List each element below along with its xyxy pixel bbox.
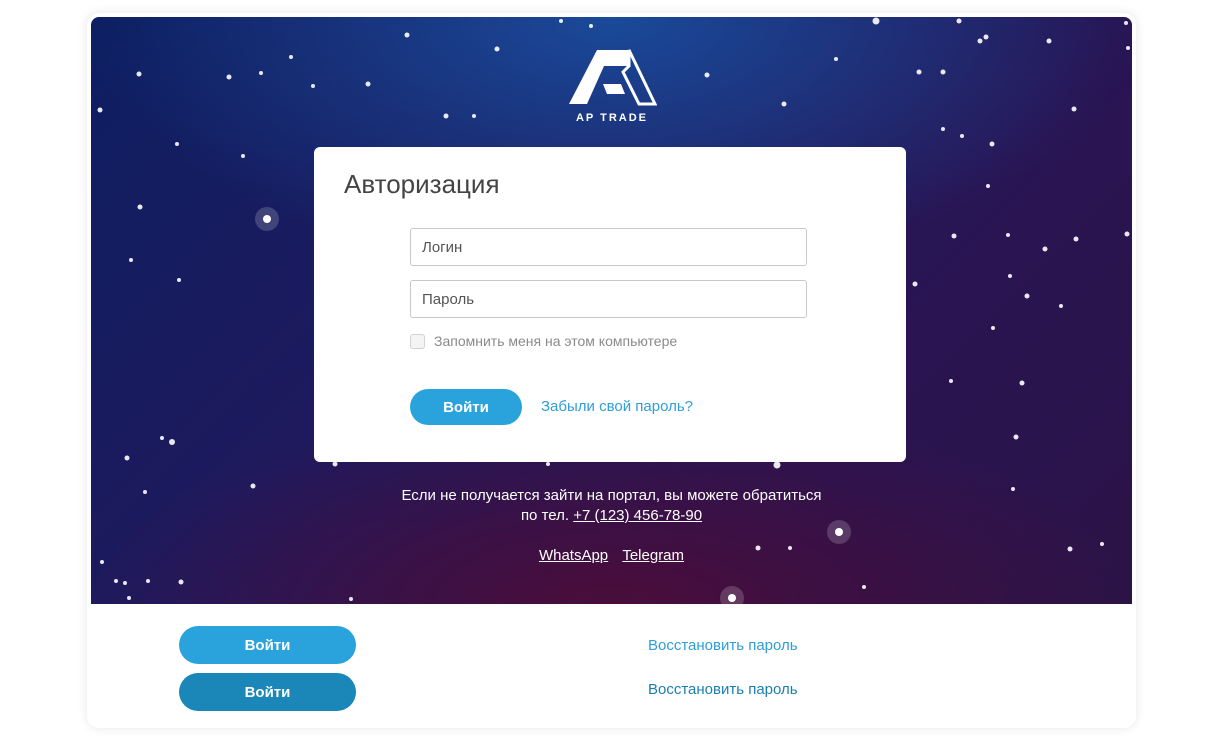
star (241, 154, 245, 158)
star (977, 38, 983, 44)
star (781, 101, 787, 107)
star (559, 19, 563, 23)
star (124, 455, 130, 461)
star (1124, 21, 1128, 25)
star (991, 326, 995, 330)
star (365, 81, 371, 87)
star (349, 597, 353, 601)
star (834, 57, 838, 61)
hero-background: AP TRADE Авторизация Запомнить меня на э… (91, 17, 1132, 604)
star (443, 113, 449, 119)
star (983, 34, 989, 40)
star (916, 69, 922, 75)
bright-star (263, 215, 271, 223)
card-title: Авторизация (344, 169, 500, 199)
star (949, 379, 953, 383)
star (986, 184, 990, 188)
login-button-default[interactable]: Войти (179, 626, 356, 664)
help-phone-line: по тел. +7 (123) 456-78-90 (91, 507, 1132, 524)
star (1042, 246, 1048, 252)
star (940, 69, 946, 75)
help-phone-prefix: по тел. (520, 507, 570, 524)
star (1024, 293, 1030, 299)
restore-password-link-default[interactable]: Восстановить пароль (648, 637, 798, 654)
star (1100, 542, 1104, 546)
login-button[interactable]: Войти (410, 389, 522, 425)
star (472, 114, 476, 118)
star (311, 84, 315, 88)
star (160, 436, 164, 440)
star (546, 462, 550, 466)
star (97, 107, 103, 113)
telegram-link[interactable]: Telegram (622, 547, 684, 564)
star (289, 55, 293, 59)
star (951, 233, 957, 239)
login-input[interactable] (410, 228, 807, 266)
star (1006, 233, 1010, 237)
star (1071, 106, 1077, 112)
star (146, 579, 150, 583)
star (1046, 38, 1052, 44)
bright-star (835, 528, 843, 536)
remember-me[interactable]: Запомнить меня на этом компьютере (410, 333, 677, 349)
star (912, 281, 918, 287)
ap-trade-logo-icon (569, 49, 657, 106)
star (1008, 274, 1012, 278)
star (1073, 236, 1079, 242)
messenger-links: WhatsApp Telegram (91, 547, 1132, 564)
star (773, 461, 781, 469)
star (956, 18, 962, 24)
star (226, 74, 232, 80)
star (169, 439, 175, 445)
star (404, 32, 410, 38)
star (137, 204, 143, 210)
preview-frame: AP TRADE Авторизация Запомнить меня на э… (87, 13, 1136, 728)
star (127, 596, 131, 600)
star (941, 127, 945, 131)
star (1126, 46, 1130, 50)
star (114, 579, 118, 583)
bright-star (728, 594, 736, 602)
star (960, 134, 964, 138)
star (862, 585, 866, 589)
help-text: Если не получается зайти на портал, вы м… (401, 487, 822, 504)
restore-password-link-hover[interactable]: Восстановить пароль (648, 681, 798, 698)
login-card: Авторизация Запомнить меня на этом компь… (314, 147, 906, 462)
star (989, 141, 995, 147)
login-button-hover[interactable]: Войти (179, 673, 356, 711)
star (589, 24, 593, 28)
star (123, 581, 127, 585)
password-input[interactable] (410, 280, 807, 318)
remember-label: Запомнить меня на этом компьютере (434, 333, 678, 349)
star (129, 258, 133, 262)
star (872, 17, 880, 25)
star (259, 71, 263, 75)
star (1124, 231, 1130, 237)
star (494, 46, 500, 52)
phone-link[interactable]: +7 (123) 456-78-90 (573, 507, 702, 524)
star (136, 71, 142, 77)
star (1013, 434, 1019, 440)
star (177, 278, 181, 282)
whatsapp-link[interactable]: WhatsApp (539, 547, 608, 564)
remember-checkbox[interactable] (410, 333, 425, 349)
star (175, 142, 179, 146)
star (332, 461, 338, 467)
star (704, 72, 710, 78)
star (1019, 380, 1025, 386)
brand-name: AP TRADE (575, 112, 649, 124)
forgot-password-link[interactable]: Забыли свой пароль? (541, 398, 693, 415)
star (178, 579, 184, 585)
star (1059, 304, 1063, 308)
